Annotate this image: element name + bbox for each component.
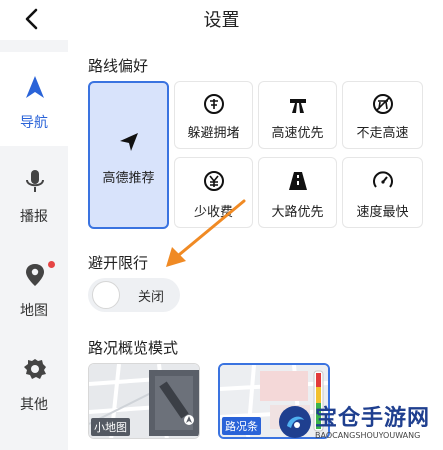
sidebar: 导航 播报 地图 其他 [0, 40, 68, 450]
route-option-highway-first[interactable]: 高速优先 [258, 81, 337, 149]
sidebar-item-other[interactable]: 其他 [0, 334, 68, 428]
microphone-icon [26, 170, 44, 192]
route-option-no-highway[interactable]: 不走高速 [342, 81, 423, 149]
sidebar-item-label: 其他 [20, 397, 48, 413]
sidebar-item-label: 地图 [20, 303, 48, 319]
sidebar-item-broadcast[interactable]: 播报 [0, 146, 68, 240]
traffic-mode-label: 路况条 [222, 417, 261, 435]
page-title: 设置 [203, 10, 240, 31]
route-option-recommended[interactable]: 高德推荐 [88, 81, 169, 229]
header-bar: 设置 [0, 0, 443, 40]
traffic-mode-label: 小地图 [91, 418, 130, 436]
notification-badge [48, 261, 55, 268]
speedometer-icon [372, 171, 393, 188]
main-road-icon [288, 172, 307, 190]
avoid-congestion-icon [203, 94, 224, 114]
less-toll-icon [203, 171, 224, 191]
route-option-avoid-congestion[interactable]: 躲避拥堵 [174, 81, 253, 149]
route-option-label: 高速优先 [271, 126, 324, 141]
route-option-label: 速度最快 [356, 205, 409, 220]
watermark-logo-icon [279, 406, 311, 438]
route-option-fastest[interactable]: 速度最快 [342, 157, 423, 228]
sidebar-item-label: 播报 [20, 209, 48, 225]
watermark: 宝仓手游网 BAOCANGSHOUYOUWANG [273, 398, 443, 450]
section-title-route-pref: 路线偏好 [88, 57, 149, 75]
watermark-subtext: BAOCANGSHOUYOUWANG [315, 431, 421, 440]
map-pin-icon [26, 264, 44, 286]
settings-panel: 路线偏好 高德推荐 躲避拥堵 高速优先 不走高速 少收费 大路优先 速度最快 避… [68, 40, 443, 450]
sidebar-item-label: 导航 [20, 115, 48, 131]
section-title-traffic-mode: 路况概览模式 [88, 339, 179, 357]
no-highway-icon [372, 94, 393, 114]
highway-icon [289, 99, 306, 113]
traffic-mode-minimap[interactable]: 小地图 [88, 363, 200, 439]
toggle-knob [92, 281, 120, 309]
watermark-text: 宝仓手游网 [315, 406, 431, 431]
route-option-label: 大路优先 [271, 205, 324, 220]
section-title-avoid-limit: 避开限行 [88, 254, 149, 272]
avoid-limit-toggle[interactable]: 关闭 [88, 278, 180, 312]
sidebar-item-navigation[interactable]: 导航 [0, 52, 68, 146]
route-option-main-road[interactable]: 大路优先 [258, 157, 337, 228]
route-option-label: 躲避拥堵 [187, 126, 240, 141]
route-option-label: 高德推荐 [102, 171, 155, 186]
gear-icon [24, 359, 46, 379]
toggle-label: 关闭 [138, 290, 165, 305]
sidebar-item-map[interactable]: 地图 [0, 240, 68, 334]
send-arrow-icon [119, 133, 138, 151]
orange-arrow-icon [166, 199, 246, 267]
route-option-label: 不走高速 [356, 126, 409, 141]
navigation-arrow-icon [26, 76, 44, 98]
